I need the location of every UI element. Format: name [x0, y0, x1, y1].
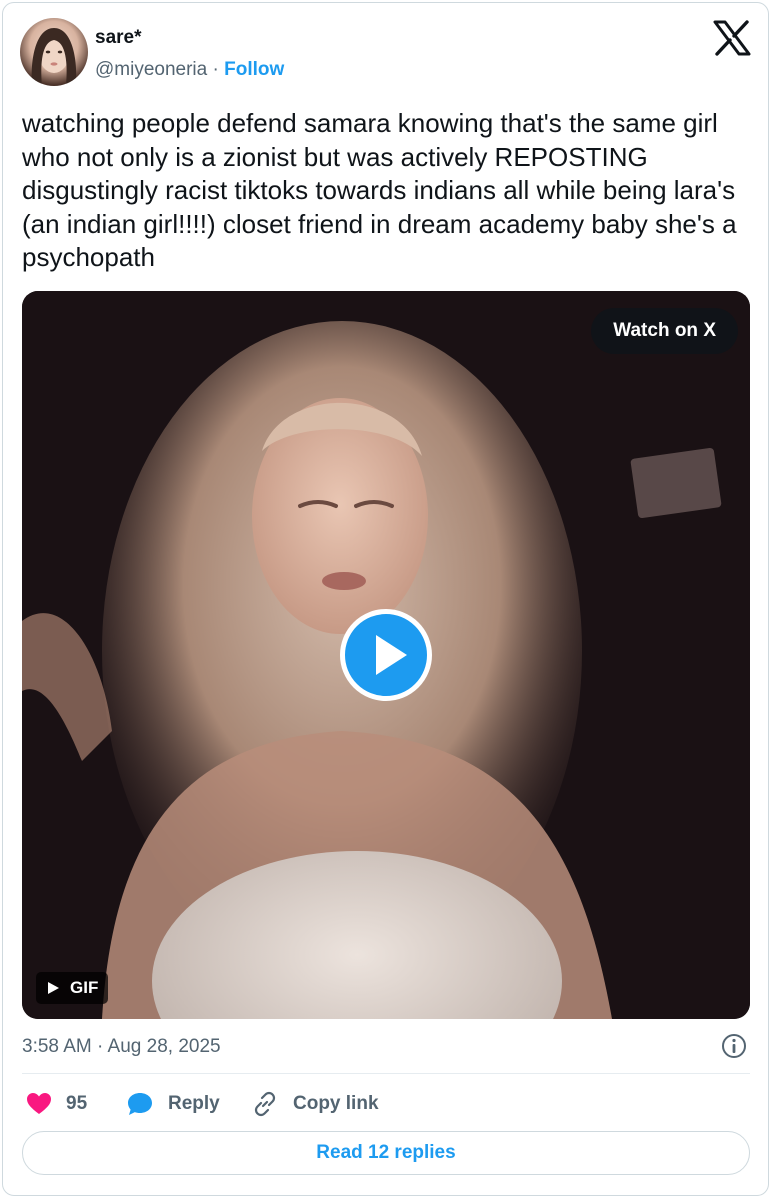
tweet-timestamp[interactable]: 3:58 AM · Aug 28, 2025 — [22, 1036, 221, 1058]
follow-button[interactable]: Follow — [224, 59, 284, 80]
watch-on-x-button[interactable]: Watch on X — [591, 308, 738, 354]
reply-label: Reply — [168, 1093, 220, 1114]
play-button[interactable] — [340, 609, 432, 701]
info-icon[interactable] — [720, 1032, 748, 1060]
speech-bubble-icon — [128, 1093, 152, 1115]
like-button[interactable]: 95 — [26, 1091, 87, 1117]
reply-button[interactable]: Reply — [126, 1091, 220, 1117]
handle-row: @miyeoneria · Follow — [95, 59, 284, 81]
gif-label: GIF — [70, 978, 99, 997]
gif-badge: GIF — [36, 972, 109, 1004]
heart-icon — [27, 1093, 51, 1114]
read-replies-button[interactable]: Read 12 replies — [22, 1131, 750, 1175]
gif-media[interactable]: Watch on X GIF — [22, 291, 750, 1019]
copy-link-label: Copy link — [293, 1093, 379, 1114]
tweet-text: watching people defend samara knowing th… — [22, 108, 737, 272]
user-handle[interactable]: @miyeoneria — [95, 59, 207, 80]
x-logo-icon[interactable] — [712, 20, 752, 56]
like-count: 95 — [66, 1093, 88, 1114]
avatar[interactable] — [20, 18, 88, 86]
separator: · — [207, 59, 225, 80]
avatar-image — [31, 28, 77, 86]
play-small-icon — [48, 982, 59, 994]
play-icon — [376, 635, 407, 675]
link-icon — [254, 1091, 276, 1117]
display-name[interactable]: sare* — [95, 27, 142, 49]
divider — [22, 1073, 750, 1074]
copy-link-button[interactable]: Copy link — [251, 1091, 379, 1117]
